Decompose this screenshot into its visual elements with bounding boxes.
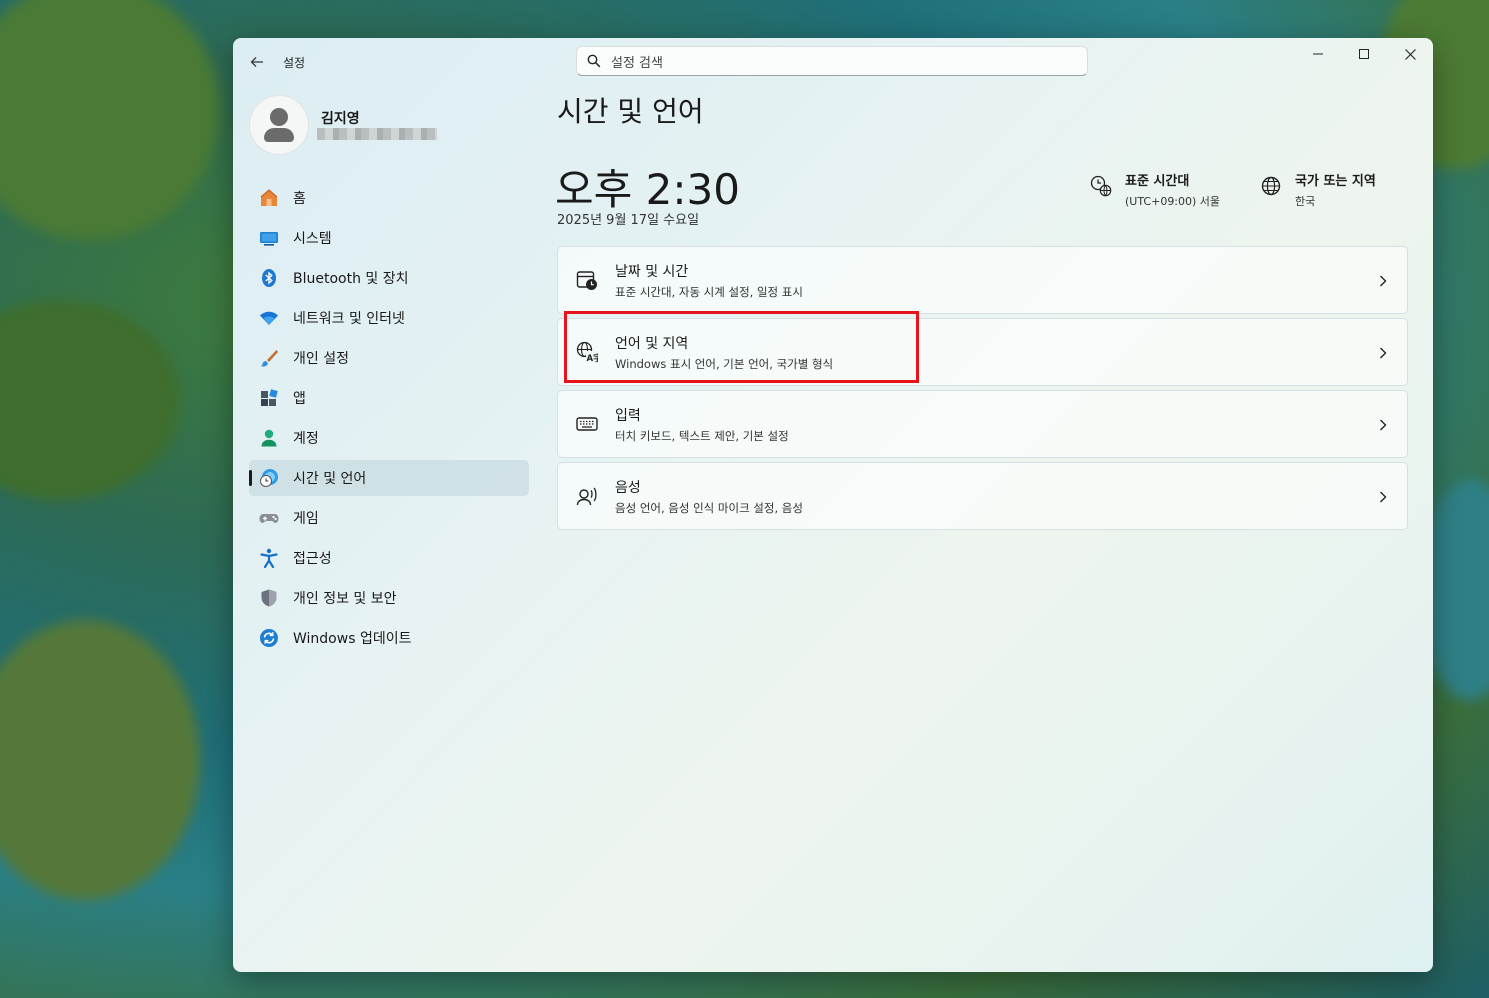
user-name: 김지영: [321, 111, 360, 127]
wallpaper-island: [0, 0, 220, 240]
card-title: 음성: [615, 479, 641, 496]
back-button[interactable]: [245, 50, 269, 74]
sidebar-item-system[interactable]: 시스템: [249, 220, 529, 256]
card-title: 날짜 및 시간: [615, 263, 689, 280]
sidebar-item-label: Windows 업데이트: [293, 631, 412, 647]
calendar-clock-icon: [575, 268, 599, 292]
sidebar-item-label: 게임: [293, 511, 319, 527]
sidebar-item-label: 개인 정보 및 보안: [293, 591, 397, 607]
sidebar-item-gaming[interactable]: 게임: [249, 500, 529, 536]
card-title: 입력: [615, 407, 641, 424]
chevron-right-icon: [1375, 343, 1391, 363]
home-icon: [259, 188, 279, 208]
search-icon: [577, 54, 611, 68]
card-subtitle: 표준 시간대, 자동 시계 설정, 일정 표시: [615, 284, 803, 299]
language-icon: A字: [575, 340, 599, 364]
sidebar-item-accounts[interactable]: 계정: [249, 420, 529, 456]
card-title: 언어 및 지역: [615, 335, 689, 352]
settings-cards: 날짜 및 시간 표준 시간대, 자동 시계 설정, 일정 표시 A字 언어 및 …: [557, 246, 1408, 534]
timezone-info[interactable]: 표준 시간대 (UTC+09:00) 서울: [1089, 170, 1220, 209]
sidebar-item-label: 계정: [293, 431, 319, 447]
system-icon: [259, 228, 279, 248]
sidebar-item-label: 시간 및 언어: [293, 471, 367, 487]
avatar: [249, 95, 309, 155]
region-title: 국가 또는 지역: [1295, 174, 1376, 189]
sidebar-item-time-language[interactable]: 시간 및 언어: [249, 460, 529, 496]
sidebar-nav: 홈 시스템 Bluetooth 및 장치 네트워크 및 인터넷 개인 설정 앱 …: [249, 180, 529, 660]
search-input[interactable]: 설정 검색: [576, 46, 1088, 76]
sidebar-item-personalization[interactable]: 개인 설정: [249, 340, 529, 376]
bluetooth-icon: [259, 268, 279, 288]
close-button[interactable]: [1387, 38, 1433, 70]
card-typing[interactable]: 입력 터치 키보드, 텍스트 제안, 기본 설정: [557, 390, 1408, 458]
wallpaper-island: [0, 620, 200, 900]
sidebar-item-label: Bluetooth 및 장치: [293, 271, 409, 287]
redacted-email: [317, 128, 437, 140]
apps-icon: [259, 388, 279, 408]
shield-icon: [259, 588, 279, 608]
keyboard-icon: [575, 412, 599, 436]
card-subtitle: Windows 표시 언어, 기본 언어, 국가별 형식: [615, 356, 834, 371]
search-placeholder: 설정 검색: [611, 55, 663, 71]
app-title: 설정: [283, 56, 306, 70]
sidebar-item-label: 앱: [293, 391, 306, 407]
sidebar-item-label: 개인 설정: [293, 351, 349, 367]
card-speech[interactable]: 음성 음성 언어, 음성 인식 마이크 설정, 음성: [557, 462, 1408, 530]
minimize-icon: [1313, 53, 1323, 55]
region-value: 한국: [1295, 195, 1316, 208]
close-icon: [1404, 48, 1416, 60]
time-language-icon: [259, 468, 279, 488]
chevron-right-icon: [1375, 487, 1391, 507]
network-icon: [259, 308, 279, 328]
sidebar-item-home[interactable]: 홈: [249, 180, 529, 216]
maximize-button[interactable]: [1341, 38, 1387, 70]
chevron-right-icon: [1375, 271, 1391, 291]
sidebar-item-label: 시스템: [293, 231, 332, 247]
sidebar-item-label: 접근성: [293, 551, 332, 567]
accessibility-icon: [259, 548, 279, 568]
arrow-left-icon: [250, 57, 263, 67]
sidebar-item-privacy[interactable]: 개인 정보 및 보안: [249, 580, 529, 616]
settings-window: 설정 설정 검색 김지영 홈 시스템 Bluetooth 및 장치 네트워크 및…: [233, 38, 1433, 972]
avatar-head: [270, 108, 288, 126]
sidebar-item-network[interactable]: 네트워크 및 인터넷: [249, 300, 529, 336]
sidebar-item-label: 네트워크 및 인터넷: [293, 311, 405, 327]
svg-text:A字: A字: [587, 353, 599, 363]
card-date-time[interactable]: 날짜 및 시간 표준 시간대, 자동 시계 설정, 일정 표시: [557, 246, 1408, 314]
wallpaper-island: [0, 300, 180, 500]
gamepad-icon: [259, 508, 279, 528]
globe-clock-icon: [1089, 174, 1113, 198]
region-info[interactable]: 국가 또는 지역 한국: [1259, 170, 1376, 209]
sidebar-item-windows-update[interactable]: Windows 업데이트: [249, 620, 529, 656]
chevron-right-icon: [1375, 415, 1391, 435]
page-title: 시간 및 언어: [557, 95, 704, 128]
current-date: 2025년 9월 17일 수요일: [557, 213, 700, 228]
card-language-region[interactable]: A字 언어 및 지역 Windows 표시 언어, 기본 언어, 국가별 형식: [557, 318, 1408, 386]
sidebar-item-label: 홈: [293, 191, 306, 207]
speech-icon: [575, 484, 599, 508]
maximize-icon: [1359, 49, 1369, 59]
timezone-title: 표준 시간대: [1125, 174, 1190, 189]
globe-icon: [1259, 174, 1283, 198]
card-subtitle: 터치 키보드, 텍스트 제안, 기본 설정: [615, 428, 789, 443]
update-icon: [259, 628, 279, 648]
account-icon: [259, 428, 279, 448]
sidebar-item-apps[interactable]: 앱: [249, 380, 529, 416]
minimize-button[interactable]: [1295, 38, 1341, 70]
brush-icon: [259, 348, 279, 368]
sidebar-item-bluetooth[interactable]: Bluetooth 및 장치: [249, 260, 529, 296]
sidebar-item-accessibility[interactable]: 접근성: [249, 540, 529, 576]
avatar-body: [264, 128, 294, 142]
timezone-value: (UTC+09:00) 서울: [1125, 195, 1221, 208]
card-subtitle: 음성 언어, 음성 인식 마이크 설정, 음성: [615, 500, 803, 515]
title-bar: 설정 설정 검색: [233, 38, 1433, 86]
current-time: 오후 2:30: [555, 165, 740, 214]
